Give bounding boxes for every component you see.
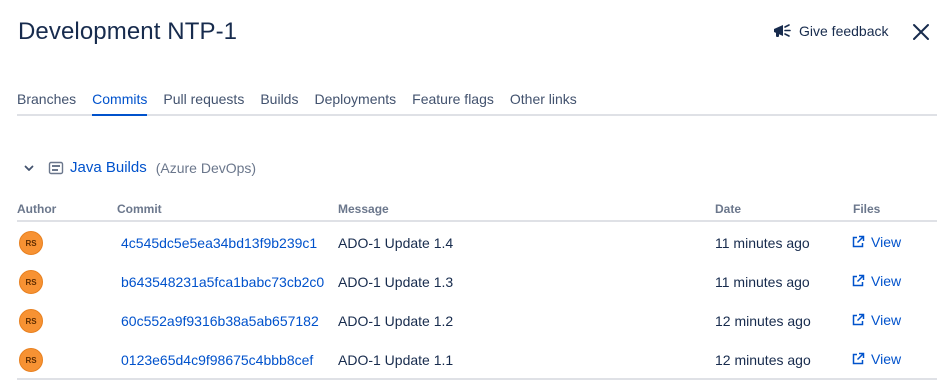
- commit-date: 11 minutes ago: [715, 235, 810, 251]
- column-header-commit: Commit: [117, 202, 162, 216]
- external-link-icon: [852, 313, 865, 326]
- column-header-author: Author: [17, 202, 57, 216]
- build-pipeline-icon: [48, 161, 64, 174]
- table-row: RS b643548231a5fca1babc73cb2c0 ADO-1 Upd…: [17, 266, 937, 305]
- table-header: Author Commit Message Date Files: [17, 200, 937, 222]
- commit-message: ADO-1 Update 1.2: [338, 313, 454, 329]
- page-title: Development NTP-1: [18, 18, 238, 45]
- tab-bar: Branches Commits Pull requests Builds De…: [17, 91, 937, 116]
- column-header-date: Date: [715, 202, 742, 216]
- tab-feature-flags[interactable]: Feature flags: [412, 91, 494, 114]
- commit-date: 12 minutes ago: [715, 313, 811, 329]
- give-feedback-label: Give feedback: [799, 23, 889, 39]
- tab-deployments[interactable]: Deployments: [314, 91, 396, 114]
- view-files-link[interactable]: View: [851, 351, 901, 367]
- external-link-icon: [852, 235, 865, 248]
- section-title[interactable]: Java Builds: [70, 159, 147, 176]
- close-icon[interactable]: [910, 21, 932, 43]
- commit-date: 11 minutes ago: [715, 274, 810, 290]
- commit-message: ADO-1 Update 1.3: [338, 274, 454, 290]
- view-files-link[interactable]: View: [851, 273, 901, 289]
- megaphone-icon: [774, 24, 791, 37]
- section-subtitle: (Azure DevOps): [155, 159, 257, 176]
- commit-hash-link[interactable]: 60c552a9f9316b38a5ab657182: [121, 313, 331, 329]
- chevron-down-icon[interactable]: [22, 161, 36, 175]
- external-link-icon: [852, 274, 865, 287]
- tab-other-links[interactable]: Other links: [510, 91, 577, 114]
- repository-section-header: Java Builds (Azure DevOps): [22, 159, 256, 176]
- table-row: RS 60c552a9f9316b38a5ab657182 ADO-1 Upda…: [17, 305, 937, 344]
- avatar: RS: [19, 309, 43, 333]
- view-label: View: [871, 234, 902, 250]
- tab-pull-requests[interactable]: Pull requests: [163, 91, 244, 114]
- commit-date: 12 minutes ago: [715, 352, 811, 368]
- tab-commits[interactable]: Commits: [92, 91, 148, 116]
- commit-hash-link[interactable]: b643548231a5fca1babc73cb2c0: [121, 274, 331, 290]
- avatar: RS: [19, 231, 43, 255]
- tab-branches[interactable]: Branches: [17, 91, 76, 114]
- avatar: RS: [19, 348, 43, 372]
- column-header-files: Files: [853, 202, 881, 216]
- commit-hash-link[interactable]: 0123e65d4c9f98675c4bbb8cef: [121, 352, 331, 368]
- give-feedback-button[interactable]: Give feedback: [772, 22, 889, 40]
- view-label: View: [871, 312, 902, 328]
- avatar: RS: [19, 270, 43, 294]
- view-label: View: [871, 351, 902, 367]
- view-files-link[interactable]: View: [851, 312, 901, 328]
- tab-builds[interactable]: Builds: [260, 91, 298, 114]
- view-label: View: [871, 273, 902, 289]
- table-bottom-divider: [17, 378, 937, 380]
- column-header-message: Message: [338, 202, 389, 216]
- view-files-link[interactable]: View: [851, 234, 901, 250]
- commit-hash-link[interactable]: 4c545dc5e5ea34bd13f9b239c1: [121, 235, 331, 251]
- external-link-icon: [852, 352, 865, 365]
- commit-message: ADO-1 Update 1.1: [338, 352, 454, 368]
- commit-message: ADO-1 Update 1.4: [338, 235, 454, 251]
- table-row: RS 4c545dc5e5ea34bd13f9b239c1 ADO-1 Upda…: [17, 227, 937, 266]
